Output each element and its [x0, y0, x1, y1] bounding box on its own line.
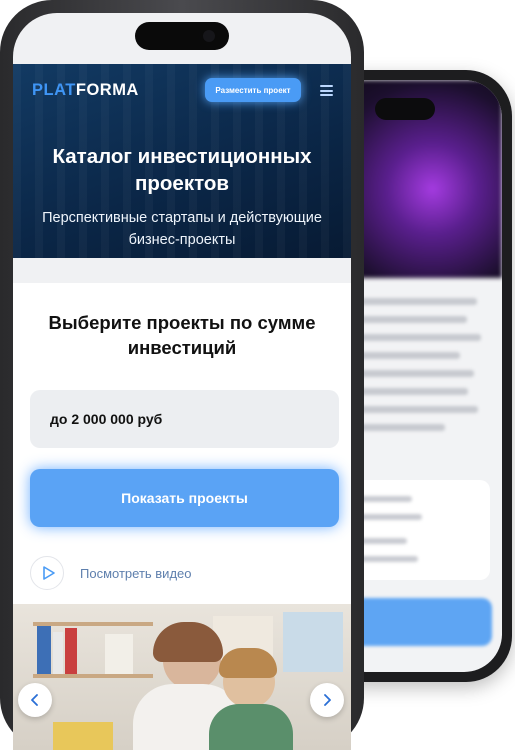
watch-video-label: Посмотреть видео [80, 565, 192, 581]
play-icon[interactable] [30, 556, 64, 590]
blurred-text-block [346, 298, 488, 442]
background-dynamic-island [375, 98, 435, 120]
camera-icon [199, 26, 219, 46]
slider-next-button[interactable] [310, 683, 344, 717]
page-title: Каталог инвестиционных проектов [52, 145, 312, 195]
place-project-button[interactable]: Разместить проект [205, 78, 301, 102]
logo-part-plat: PLAT [32, 81, 76, 99]
filter-section: Выберите проекты по сумме инвестиций до … [13, 283, 351, 633]
logo-part-forma: FORMA [75, 81, 139, 99]
show-projects-button[interactable]: Показать проекты [30, 469, 339, 527]
slider-image [13, 604, 351, 750]
page-subtitle: Перспективные стартапы и действующие биз… [42, 210, 322, 248]
phone-mockup: PLATFORMA Разместить проект Каталог инве… [0, 0, 364, 750]
chevron-left-icon [31, 694, 38, 706]
hero-section: PLATFORMA Разместить проект Каталог инве… [13, 64, 351, 258]
phone-screen: PLATFORMA Разместить проект Каталог инве… [13, 13, 351, 750]
slider-prev-button[interactable] [18, 683, 52, 717]
hamburger-icon[interactable] [320, 85, 333, 96]
investment-amount-select[interactable]: до 2 000 000 руб [30, 390, 339, 448]
filter-title: Выберите проекты по сумме инвестиций [48, 312, 316, 358]
watch-video-link[interactable]: Посмотреть видео [30, 556, 192, 590]
logo[interactable]: PLATFORMA [32, 81, 139, 100]
chevron-right-icon [324, 694, 331, 706]
